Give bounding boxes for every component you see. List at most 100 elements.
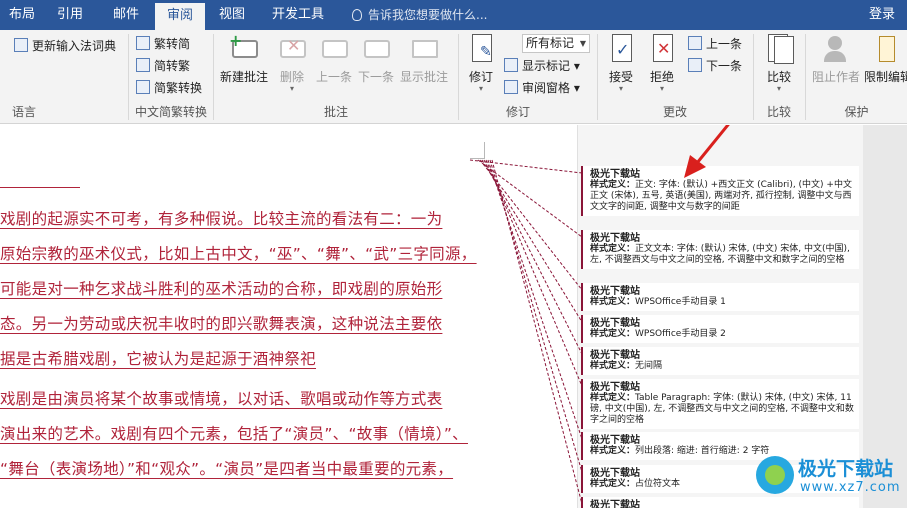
next-comment-button[interactable]: 下一条 <box>356 34 396 85</box>
tell-me-text: 告诉我您想要做什么... <box>368 8 488 22</box>
watermark-logo: 极光下载站 www.xz7.com <box>754 452 902 502</box>
show-comments-icon <box>409 34 439 64</box>
balloon-text: 列出段落: 缩进: 首行缩进: 2 字符 <box>635 446 770 456</box>
reject-change-button[interactable]: ✕ 拒绝 ▾ <box>645 34 679 93</box>
document-area: 戏剧的起源实不可考，有多种假说。比较主流的看法有二：一为 原始宗教的巫术仪式，比… <box>0 125 907 508</box>
tell-me-search[interactable]: 告诉我您想要做什么... <box>352 0 487 30</box>
balloon-text: WPSOffice手动目录 2 <box>635 329 726 339</box>
doc-text-line[interactable]: 原始宗教的巫术仪式，比如上古中文，“巫”、“舞”、“武”三字同源， <box>0 242 477 264</box>
accept-icon: ✓ <box>606 34 636 64</box>
block-authors-button[interactable]: 阻止作者 <box>808 34 864 85</box>
new-comment-button[interactable]: + 新建批注 <box>218 33 270 93</box>
group-label-comments: 批注 <box>323 105 348 119</box>
lightbulb-icon <box>352 9 362 21</box>
dictionary-icon <box>14 38 28 52</box>
doc-text-line[interactable]: 据是古希腊戏剧，它被认为是起源于酒神祭祀 <box>0 347 316 369</box>
group-label-protect: 保护 <box>844 105 869 119</box>
new-comment-icon: + <box>229 33 259 64</box>
tab-view[interactable]: 视图 <box>210 0 254 30</box>
restrict-editing-button[interactable]: 限制编辑 <box>864 34 907 85</box>
doc-text-line[interactable]: 戏剧的起源实不可考，有多种假说。比较主流的看法有二：一为 <box>0 207 442 229</box>
revision-underline <box>0 187 80 188</box>
doc-text-line[interactable]: 演出来的艺术。戏剧有四个元素，包括了“演员”、“故事（情境）”、 <box>0 422 468 444</box>
update-ime-dictionary-button[interactable]: 更新输入法词典 <box>14 36 116 56</box>
balloon-author: 极光下载站 <box>590 435 640 446</box>
next-change-button[interactable]: 下一条 <box>688 56 742 76</box>
next-change-icon <box>688 58 702 72</box>
sign-in-link[interactable]: 登录 <box>869 0 895 30</box>
conversion-icon <box>136 80 150 94</box>
revision-balloon[interactable]: 极光下载站 样式定义：WPSOffice手动目录 2 <box>581 315 859 343</box>
compare-button[interactable]: 比较 ▾ <box>760 34 798 93</box>
accept-change-button[interactable]: ✓ 接受 ▾ <box>604 34 638 93</box>
watermark-title: 极光下载站 <box>798 458 894 480</box>
group-label-chinese-conversion: 中文简繁转换 <box>134 105 207 119</box>
show-markup-icon <box>504 58 518 72</box>
show-comments-button[interactable]: 显示批注 <box>398 34 450 85</box>
group-label-compare: 比较 <box>766 105 791 119</box>
ribbon-tab-bar: 布局 引用 邮件 审阅 视图 开发工具 告诉我您想要做什么... 登录 <box>0 0 907 30</box>
balloon-author: 极光下载站 <box>590 318 640 329</box>
doc-text-line[interactable]: 态。另一为劳动或庆祝丰收时的即兴歌舞表演，这种说法主要依 <box>0 312 442 334</box>
doc-text-line[interactable]: 戏剧是由演员将某个故事或情境，以对话、歌唱或动作等方式表 <box>0 387 442 409</box>
brand-logo-icon <box>756 456 794 494</box>
balloon-label: 样式定义： <box>590 297 636 307</box>
revision-balloon[interactable]: 极光下载站 样式定义：正文文本: 字体: (默认) 宋体, (中文) 宋体, 中… <box>581 230 859 269</box>
balloon-text: 占位符文本 <box>635 479 681 489</box>
simplified-to-traditional-button[interactable]: 简转繁 <box>136 56 190 76</box>
revision-balloon[interactable]: 极光下载站 样式定义：正文: 字体: (默认) +西文正文 (Calibri),… <box>581 166 859 216</box>
tab-developer[interactable]: 开发工具 <box>262 0 334 30</box>
doc-text-line[interactable]: 可能是对一种乞求战斗胜利的巫术活动的合称，即戏剧的原始形 <box>0 277 442 299</box>
vertical-scrollbar-area[interactable] <box>863 125 907 508</box>
traditional-to-simplified-icon <box>136 36 150 50</box>
balloon-label: 样式定义： <box>590 446 636 456</box>
balloon-author: 极光下载站 <box>590 233 640 244</box>
delete-comment-button[interactable]: ✕ 删除 ▾ <box>272 34 312 93</box>
reject-icon: ✕ <box>647 34 677 64</box>
group-label-tracking: 修订 <box>505 105 530 119</box>
revision-balloon[interactable]: 极光下载站 样式定义：WPSOffice手动目录 1 <box>581 283 859 311</box>
compare-icon <box>764 34 794 64</box>
balloon-label: 样式定义： <box>590 479 636 489</box>
balloon-text: 无间隔 <box>635 361 663 371</box>
doc-text-line[interactable]: “舞台（表演场地）”和“观众”。“演员”是四者当中最重要的元素， <box>0 457 453 479</box>
next-comment-icon <box>361 34 391 64</box>
track-changes-button[interactable]: ✎ 修订 ▾ <box>464 34 498 93</box>
balloon-author: 极光下载站 <box>590 350 640 361</box>
tab-layout[interactable]: 布局 <box>0 0 44 30</box>
group-label-language: 语言 <box>11 105 36 119</box>
balloon-author: 极光下载站 <box>590 169 640 180</box>
watermark-url: www.xz7.com <box>800 480 901 495</box>
simplified-to-traditional-icon <box>136 58 150 72</box>
reviewing-pane-button[interactable]: 审阅窗格 ▾ <box>504 78 580 98</box>
chinese-conversion-button[interactable]: 简繁转换 <box>136 78 202 98</box>
balloon-label: 样式定义： <box>590 329 636 339</box>
show-markup-button[interactable]: 显示标记 ▾ <box>504 56 580 76</box>
block-authors-icon <box>821 34 851 64</box>
balloon-label: 样式定义： <box>590 244 636 254</box>
traditional-to-simplified-button[interactable]: 繁转简 <box>136 34 190 54</box>
balloon-author: 极光下载站 <box>590 286 640 297</box>
revision-balloon[interactable]: 极光下载站 样式定义：Table Paragraph: 字体: (默认) 宋体,… <box>581 379 859 429</box>
previous-change-button[interactable]: 上一条 <box>688 34 742 54</box>
balloon-label: 样式定义： <box>590 180 636 190</box>
previous-comment-button[interactable]: 上一条 <box>314 34 354 85</box>
previous-change-icon <box>688 36 702 50</box>
chevron-down-icon: ▼ <box>579 39 586 48</box>
reviewing-pane-icon <box>504 80 518 94</box>
page-corner-marker <box>470 142 485 159</box>
group-label-changes: 更改 <box>662 105 687 119</box>
balloon-author: 极光下载站 <box>590 382 640 393</box>
track-changes-icon: ✎ <box>466 34 496 64</box>
balloon-label: 样式定义： <box>590 393 636 403</box>
balloon-text: WPSOffice手动目录 1 <box>635 297 726 307</box>
delete-comment-icon: ✕ <box>277 34 307 64</box>
tab-review[interactable]: 审阅 <box>155 3 205 30</box>
tab-references[interactable]: 引用 <box>48 0 92 30</box>
tab-mailings[interactable]: 邮件 <box>104 0 148 30</box>
balloon-label: 样式定义： <box>590 361 636 371</box>
revision-balloon[interactable]: 极光下载站 样式定义：无间隔 <box>581 347 859 375</box>
markup-display-select[interactable]: 所有标记 ▼ <box>522 34 590 53</box>
markup-area: 极光下载站 样式定义：正文: 字体: (默认) +西文正文 (Calibri),… <box>577 125 863 508</box>
lock-icon <box>871 34 901 64</box>
